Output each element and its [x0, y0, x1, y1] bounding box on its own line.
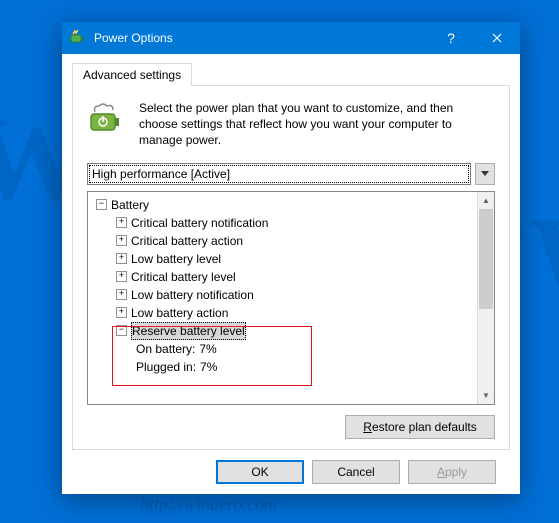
close-button[interactable] — [474, 22, 520, 54]
tree-node-reserve-battery[interactable]: −Reserve battery level — [90, 322, 475, 340]
scroll-down-button[interactable]: ▼ — [478, 387, 494, 404]
cancel-button[interactable]: Cancel — [312, 460, 400, 484]
watermark-url: http://winaero.com — [140, 494, 277, 515]
titlebar[interactable]: Power Options ? — [62, 22, 520, 54]
expand-icon[interactable]: + — [116, 307, 127, 318]
expand-icon[interactable]: + — [116, 253, 127, 264]
ok-button[interactable]: OK — [216, 460, 304, 484]
tree-node[interactable]: +Low battery level — [90, 250, 475, 268]
expand-icon[interactable]: + — [116, 289, 127, 300]
tree-node-battery[interactable]: −Battery — [90, 196, 475, 214]
collapse-icon[interactable]: − — [116, 325, 127, 336]
tree-node[interactable]: +Critical battery level — [90, 268, 475, 286]
tree-leaf-plugged-in[interactable]: Plugged in:7% — [90, 358, 475, 376]
watermark-logo: W — [529, 190, 559, 328]
battery-icon — [70, 30, 86, 46]
apply-button[interactable]: Apply — [408, 460, 496, 484]
tab-page: Select the power plan that you want to c… — [72, 85, 510, 450]
expand-icon[interactable]: + — [116, 271, 127, 282]
restore-defaults-button[interactable]: Restore plan defaults — [345, 415, 495, 439]
tree-leaf-on-battery[interactable]: On battery:7% — [90, 340, 475, 358]
tab-advanced-settings[interactable]: Advanced settings — [72, 63, 192, 86]
power-plan-dropdown-button[interactable] — [475, 163, 495, 185]
collapse-icon[interactable]: − — [96, 199, 107, 210]
tree-node[interactable]: +Critical battery notification — [90, 214, 475, 232]
expand-icon[interactable]: + — [116, 235, 127, 246]
scroll-up-button[interactable]: ▲ — [478, 192, 494, 209]
settings-tree: −Battery +Critical battery notification … — [87, 191, 495, 405]
window-title: Power Options — [94, 31, 428, 45]
expand-icon[interactable]: + — [116, 217, 127, 228]
power-plan-icon — [87, 100, 127, 140]
tree-node[interactable]: +Low battery action — [90, 304, 475, 322]
power-options-dialog: Power Options ? Advanced settings Select… — [62, 22, 520, 494]
tree-node[interactable]: +Critical battery action — [90, 232, 475, 250]
scroll-thumb[interactable] — [479, 209, 493, 309]
power-plan-select[interactable]: High performance [Active] — [87, 163, 471, 185]
scrollbar[interactable]: ▲ ▼ — [477, 192, 494, 404]
tree-content[interactable]: −Battery +Critical battery notification … — [88, 192, 477, 404]
intro-text: Select the power plan that you want to c… — [139, 100, 495, 149]
tree-node[interactable]: +Low battery notification — [90, 286, 475, 304]
help-button[interactable]: ? — [428, 22, 474, 54]
